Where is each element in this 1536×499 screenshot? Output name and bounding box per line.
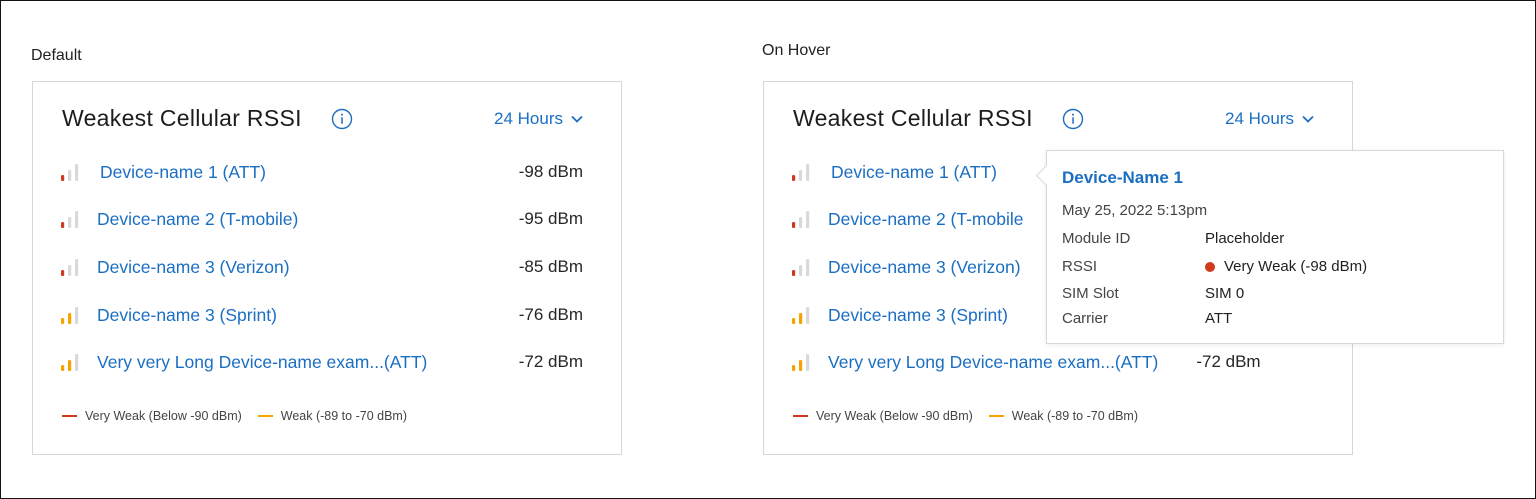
rssi-value: -95 dBm: [518, 209, 583, 228]
device-link[interactable]: Device-name 3 (Verizon): [828, 257, 1021, 278]
rssi-value: -98 dBm: [518, 162, 583, 181]
chevron-down-icon: [1302, 115, 1314, 123]
time-range-label: 24 Hours: [494, 109, 563, 128]
tooltip-value: Placeholder: [1205, 230, 1285, 247]
default-state-label: Default: [31, 47, 82, 64]
hover-state-label: On Hover: [762, 42, 831, 59]
tooltip-date: May 25, 2022 5:13pm: [1062, 202, 1208, 219]
legend-item: Very Weak (Below -90 dBm): [793, 409, 973, 423]
legend-item: Weak (-89 to -70 dBm): [988, 409, 1138, 423]
signal-strength-icon: [792, 164, 810, 181]
device-link[interactable]: Device-name 2 (T-mobile): [97, 209, 298, 230]
tooltip-value: ATT: [1205, 310, 1233, 327]
device-row: Device-name 2 (T-mobile) -95 dBm: [59, 204, 583, 234]
signal-strength-icon: [792, 211, 810, 228]
device-link[interactable]: Very very Long Device-name exam...(ATT): [97, 352, 427, 373]
device-link[interactable]: Device-name 1 (ATT): [831, 162, 997, 183]
legend-label: Very Weak (Below -90 dBm): [85, 409, 242, 423]
device-row: Very very Long Device-name exam...(ATT) -…: [59, 347, 583, 377]
device-row: Device-name 3 (Sprint) -76 dBm: [59, 300, 583, 330]
signal-strength-icon: [61, 164, 79, 181]
device-row: Device-name 1 (ATT) -98 dBm: [59, 157, 583, 187]
rssi-value: -85 dBm: [518, 257, 583, 276]
time-range-label: 24 Hours: [1225, 109, 1294, 128]
signal-strength-icon: [792, 259, 810, 276]
tooltip-key: Module ID: [1062, 230, 1131, 247]
signal-strength-icon: [792, 307, 810, 324]
rssi-value: -76 dBm: [518, 305, 583, 324]
legend: Very Weak (Below -90 dBm) Weak (-89 to -7…: [793, 409, 1154, 423]
device-tooltip: Device-Name 1 May 25, 2022 5:13pm Module…: [1035, 150, 1504, 344]
tooltip-value: Very Weak (-98 dBm): [1205, 258, 1367, 275]
device-link[interactable]: Device-name 1 (ATT): [100, 162, 266, 183]
device-link[interactable]: Device-name 3 (Sprint): [97, 305, 277, 326]
tooltip-row-rssi: RSSI Very Weak (-98 dBm): [1062, 258, 1493, 275]
device-row: Very very Long Device-name exam...(ATT) -…: [790, 347, 1314, 377]
signal-strength-icon: [61, 259, 79, 276]
tooltip-row-module-id: Module ID Placeholder: [1062, 230, 1493, 247]
tooltip-row-sim-slot: SIM Slot SIM 0: [1062, 285, 1493, 302]
device-row: Device-name 3 (Verizon) -85 dBm: [59, 252, 583, 282]
info-icon[interactable]: [1062, 108, 1084, 130]
tooltip-value: SIM 0: [1205, 285, 1245, 302]
legend-label: Weak (-89 to -70 dBm): [1011, 409, 1138, 423]
time-range-dropdown[interactable]: 24 Hours: [494, 109, 583, 129]
legend-item: Very Weak (Below -90 dBm): [62, 409, 242, 423]
legend-swatch: [62, 415, 77, 417]
legend-label: Very Weak (Below -90 dBm): [816, 409, 973, 423]
rssi-value: Very Weak (-98 dBm): [1224, 258, 1368, 275]
tooltip-title[interactable]: Device-Name 1: [1062, 168, 1183, 188]
device-link[interactable]: Device-name 3 (Sprint): [828, 305, 1008, 326]
rssi-value: -72 dBm: [518, 352, 583, 371]
signal-strength-icon: [61, 307, 79, 324]
legend: Very Weak (Below -90 dBm) Weak (-89 to -7…: [62, 409, 423, 423]
legend-swatch: [988, 415, 1004, 417]
chevron-down-icon: [571, 115, 583, 123]
legend-label: Weak (-89 to -70 dBm): [280, 409, 407, 423]
card-title: Weakest Cellular RSSI: [62, 105, 302, 131]
signal-strength-icon: [61, 211, 79, 228]
signal-strength-icon: [61, 354, 79, 371]
tooltip-key: RSSI: [1062, 258, 1098, 275]
device-link[interactable]: Very very Long Device-name exam...(ATT): [828, 352, 1158, 373]
info-icon[interactable]: [331, 108, 353, 130]
tooltip-key: SIM Slot: [1062, 285, 1119, 302]
signal-strength-icon: [792, 354, 810, 371]
device-link[interactable]: Device-name 3 (Verizon): [97, 257, 290, 278]
legend-item: Weak (-89 to -70 dBm): [257, 409, 407, 423]
status-dot-icon: [1205, 261, 1215, 272]
rssi-value: -72 dBm: [1196, 352, 1261, 371]
rssi-card-default: Weakest Cellular RSSI 24 Hours Device-na…: [32, 81, 622, 455]
card-title: Weakest Cellular RSSI: [793, 105, 1033, 131]
device-link[interactable]: Device-name 2 (T-mobile: [828, 209, 1023, 230]
legend-swatch: [793, 415, 808, 417]
tooltip-row-carrier: Carrier ATT: [1062, 310, 1493, 327]
legend-swatch: [257, 415, 273, 417]
time-range-dropdown[interactable]: 24 Hours: [1225, 109, 1314, 129]
tooltip-key: Carrier: [1062, 310, 1108, 327]
